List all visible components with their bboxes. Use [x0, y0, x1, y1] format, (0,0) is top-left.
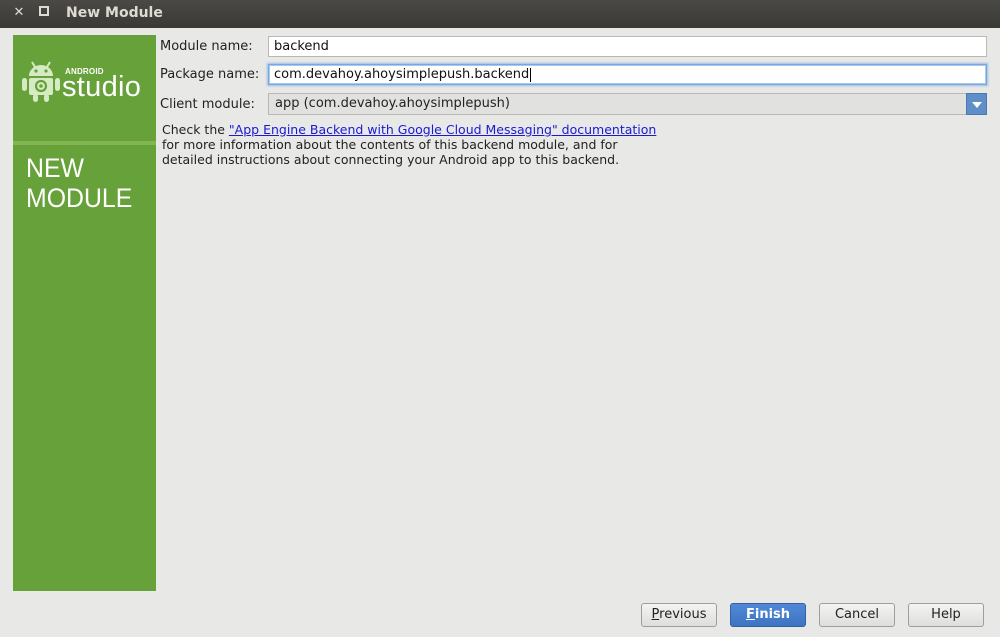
module-name-input[interactable]: backend [268, 36, 987, 57]
info-line-2: for more information about the contents … [162, 137, 618, 152]
finish-mnemonic: F [745, 607, 755, 622]
title-bar: ✕ New Module [0, 0, 1000, 28]
previous-button[interactable]: Previous [641, 603, 717, 627]
text-caret [530, 67, 532, 82]
client-module-label: Client module: [160, 97, 255, 112]
package-name-value: com.devahoy.ahoysimplepush.backend [274, 67, 530, 82]
info-line-3: detailed instructions about connecting y… [162, 152, 620, 167]
sidebar-divider [13, 141, 156, 145]
package-name-input[interactable]: com.devahoy.ahoysimplepush.backend [268, 64, 987, 85]
package-name-label: Package name: [160, 67, 260, 82]
android-robot-icon [22, 61, 60, 102]
client-module-select[interactable]: app (com.devahoy.ahoysimplepush) [268, 93, 987, 115]
finish-button[interactable]: Finish [730, 603, 806, 627]
module-name-label: Module name: [160, 39, 253, 54]
android-studio-logo: ANDROID studio [13, 35, 156, 139]
wizard-step-title: NEW MODULE [26, 153, 132, 213]
documentation-link[interactable]: "App Engine Backend with Google Cloud Me… [229, 122, 656, 137]
chevron-down-icon[interactable] [966, 93, 987, 115]
logo-text-studio: studio [62, 71, 142, 103]
info-line-1: Check the "App Engine Backend with Googl… [162, 122, 656, 137]
wizard-step-title-line1: NEW [26, 153, 84, 183]
module-name-value: backend [274, 39, 329, 54]
window-title: New Module [66, 5, 163, 21]
close-icon[interactable]: ✕ [11, 5, 27, 21]
sidebar: ANDROID studio NEW MODULE [13, 35, 156, 591]
info-prefix: Check the [162, 122, 229, 137]
info-text: Check the "App Engine Backend with Googl… [162, 122, 656, 167]
previous-mnemonic: P [651, 607, 660, 622]
client-module-value: app (com.devahoy.ahoysimplepush) [275, 96, 510, 111]
previous-label: revious [659, 607, 707, 622]
maximize-icon[interactable] [36, 5, 52, 21]
help-button[interactable]: Help [908, 603, 984, 627]
finish-label: inish [754, 607, 791, 622]
cancel-button[interactable]: Cancel [819, 603, 895, 627]
wizard-step-title-line2: MODULE [26, 183, 133, 213]
